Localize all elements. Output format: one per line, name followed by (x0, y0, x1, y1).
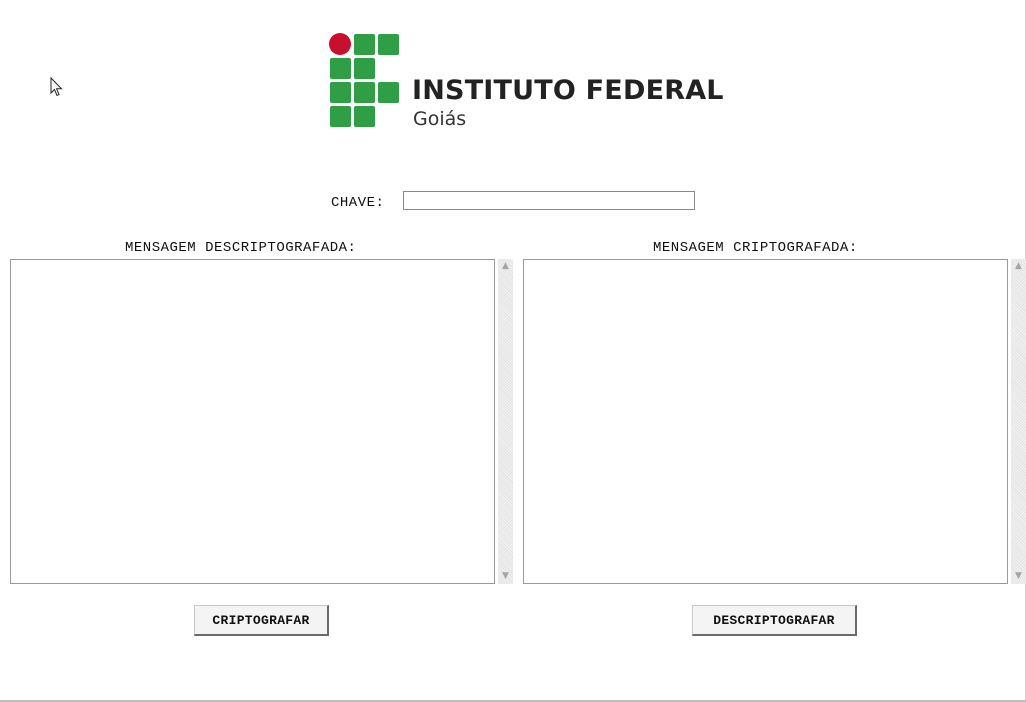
logo-square (354, 106, 375, 127)
scroll-down-arrow-icon[interactable]: ▼ (1014, 572, 1023, 581)
logo-square (354, 82, 375, 103)
logo-square (354, 58, 375, 79)
institution-logo: INSTITUTO FEDERAL Goiás (329, 33, 724, 133)
logo-title: INSTITUTO FEDERAL (412, 75, 724, 106)
key-input[interactable] (403, 191, 695, 210)
encrypted-message-scrollbar[interactable]: ▲ ▼ (1011, 259, 1026, 584)
decrypt-button[interactable]: DESCRIPTOGRAFAR (692, 605, 857, 636)
encrypted-message-label: MENSAGEM CRIPTOGRAFADA: (653, 240, 858, 256)
scroll-up-arrow-icon[interactable]: ▲ (1014, 262, 1023, 271)
decrypted-message-textarea[interactable] (10, 259, 495, 584)
logo-red-circle (329, 33, 351, 55)
decrypted-message-panel: ▲ ▼ (10, 259, 513, 584)
decrypted-message-scrollbar[interactable]: ▲ ▼ (498, 259, 513, 584)
logo-subtitle: Goiás (413, 108, 467, 130)
encrypted-message-textarea[interactable] (523, 259, 1008, 584)
scroll-up-arrow-icon[interactable]: ▲ (501, 262, 510, 271)
key-label: CHAVE: (331, 195, 385, 211)
mouse-pointer-icon (50, 77, 63, 97)
logo-square (330, 58, 351, 79)
logo-square (330, 82, 351, 103)
logo-square (378, 82, 399, 103)
logo-square (354, 34, 375, 55)
logo-square (330, 106, 351, 127)
logo-square (378, 34, 399, 55)
encrypt-button[interactable]: CRIPTOGRAFAR (194, 605, 329, 636)
scroll-down-arrow-icon[interactable]: ▼ (501, 572, 510, 581)
logo-mark-icon (329, 33, 401, 129)
decrypted-message-label: MENSAGEM DESCRIPTOGRAFADA: (125, 240, 357, 256)
encrypted-message-panel: ▲ ▼ (523, 259, 1026, 584)
